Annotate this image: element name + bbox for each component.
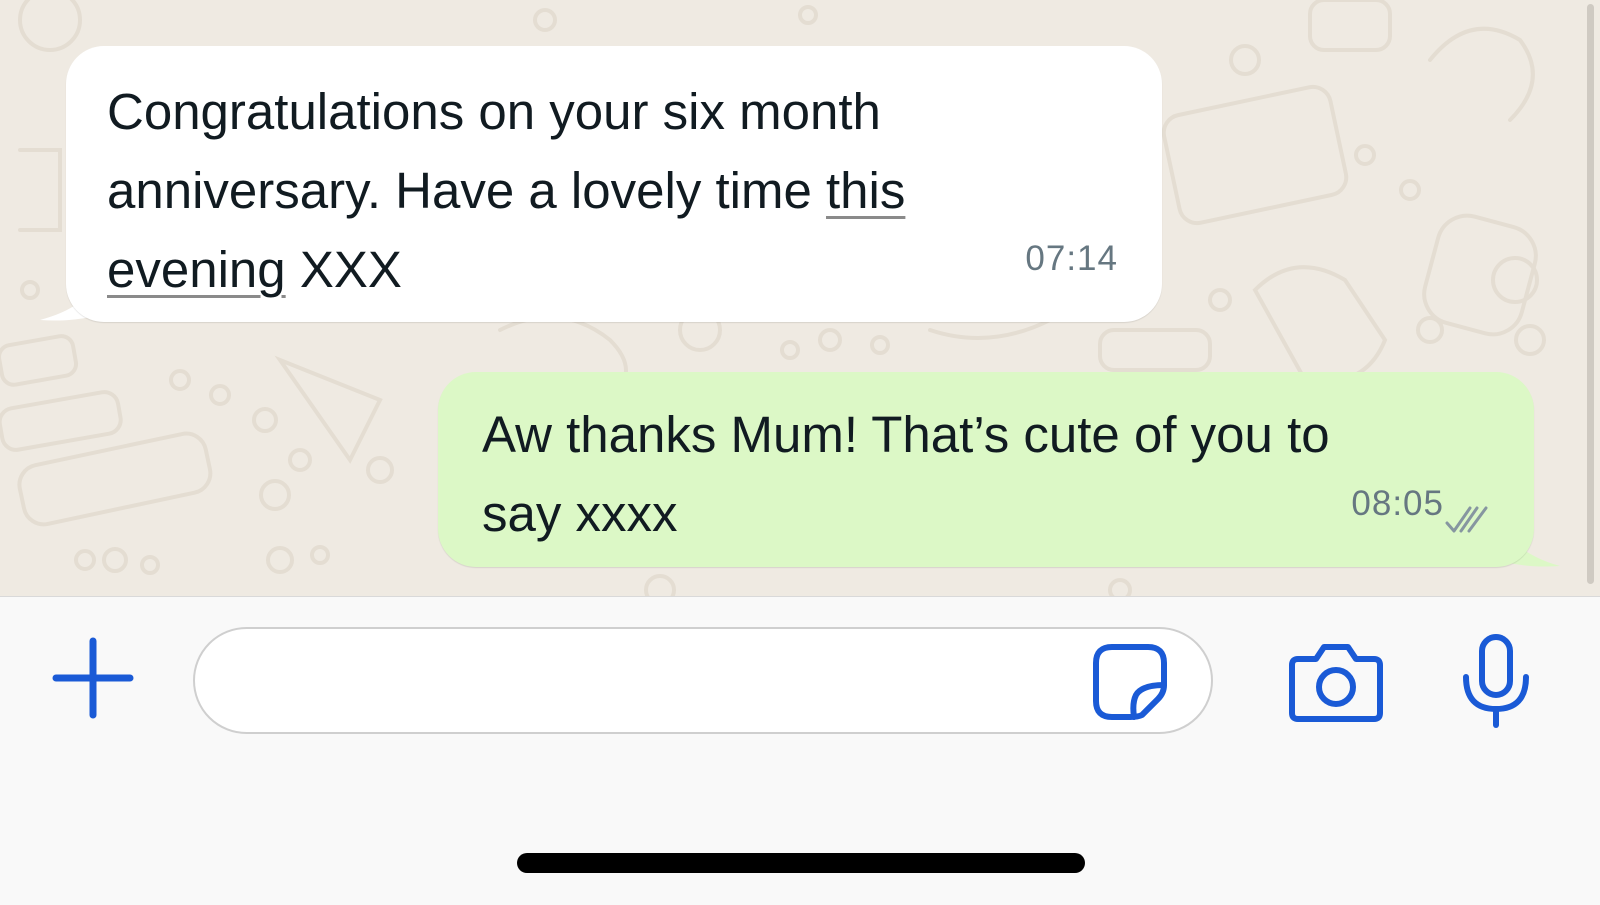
chat-area[interactable]: Congratulations on your six month annive… [0, 0, 1600, 596]
message-text-segment: anniversary. Have a lovely time [107, 162, 827, 219]
message-line: say xxxx [482, 485, 678, 542]
chat-screen: Congratulations on your six month annive… [0, 0, 1600, 905]
message-line: evening XXX [107, 230, 1122, 309]
scrollbar[interactable] [1587, 4, 1594, 584]
double-check-icon [1445, 506, 1488, 533]
message-input[interactable] [193, 627, 1213, 734]
message-composer-bar [0, 596, 1600, 905]
message-timestamp: 08:05 [1351, 484, 1444, 523]
sticker-icon[interactable] [1090, 641, 1170, 721]
camera-icon[interactable] [1288, 641, 1384, 723]
outgoing-message-text: Aw thanks Mum! That’s cute of you to say… [482, 395, 1494, 553]
incoming-message-bubble[interactable]: Congratulations on your six month annive… [66, 46, 1162, 322]
message-line: anniversary. Have a lovely time this [107, 151, 1122, 230]
incoming-message-text: Congratulations on your six month annive… [107, 72, 1122, 309]
message-timestamp: 07:14 [1025, 239, 1118, 278]
message-text-segment: XXX [285, 241, 402, 298]
plus-icon[interactable] [50, 635, 136, 721]
microphone-icon[interactable] [1460, 633, 1532, 729]
detected-date-link[interactable]: evening [107, 241, 286, 298]
outgoing-message-bubble[interactable]: Aw thanks Mum! That’s cute of you to say… [438, 372, 1534, 567]
message-line: Congratulations on your six month [107, 83, 881, 140]
message-line: Aw thanks Mum! That’s cute of you to [482, 406, 1330, 463]
detected-date-link[interactable]: this [826, 162, 905, 219]
home-indicator[interactable] [517, 853, 1085, 873]
